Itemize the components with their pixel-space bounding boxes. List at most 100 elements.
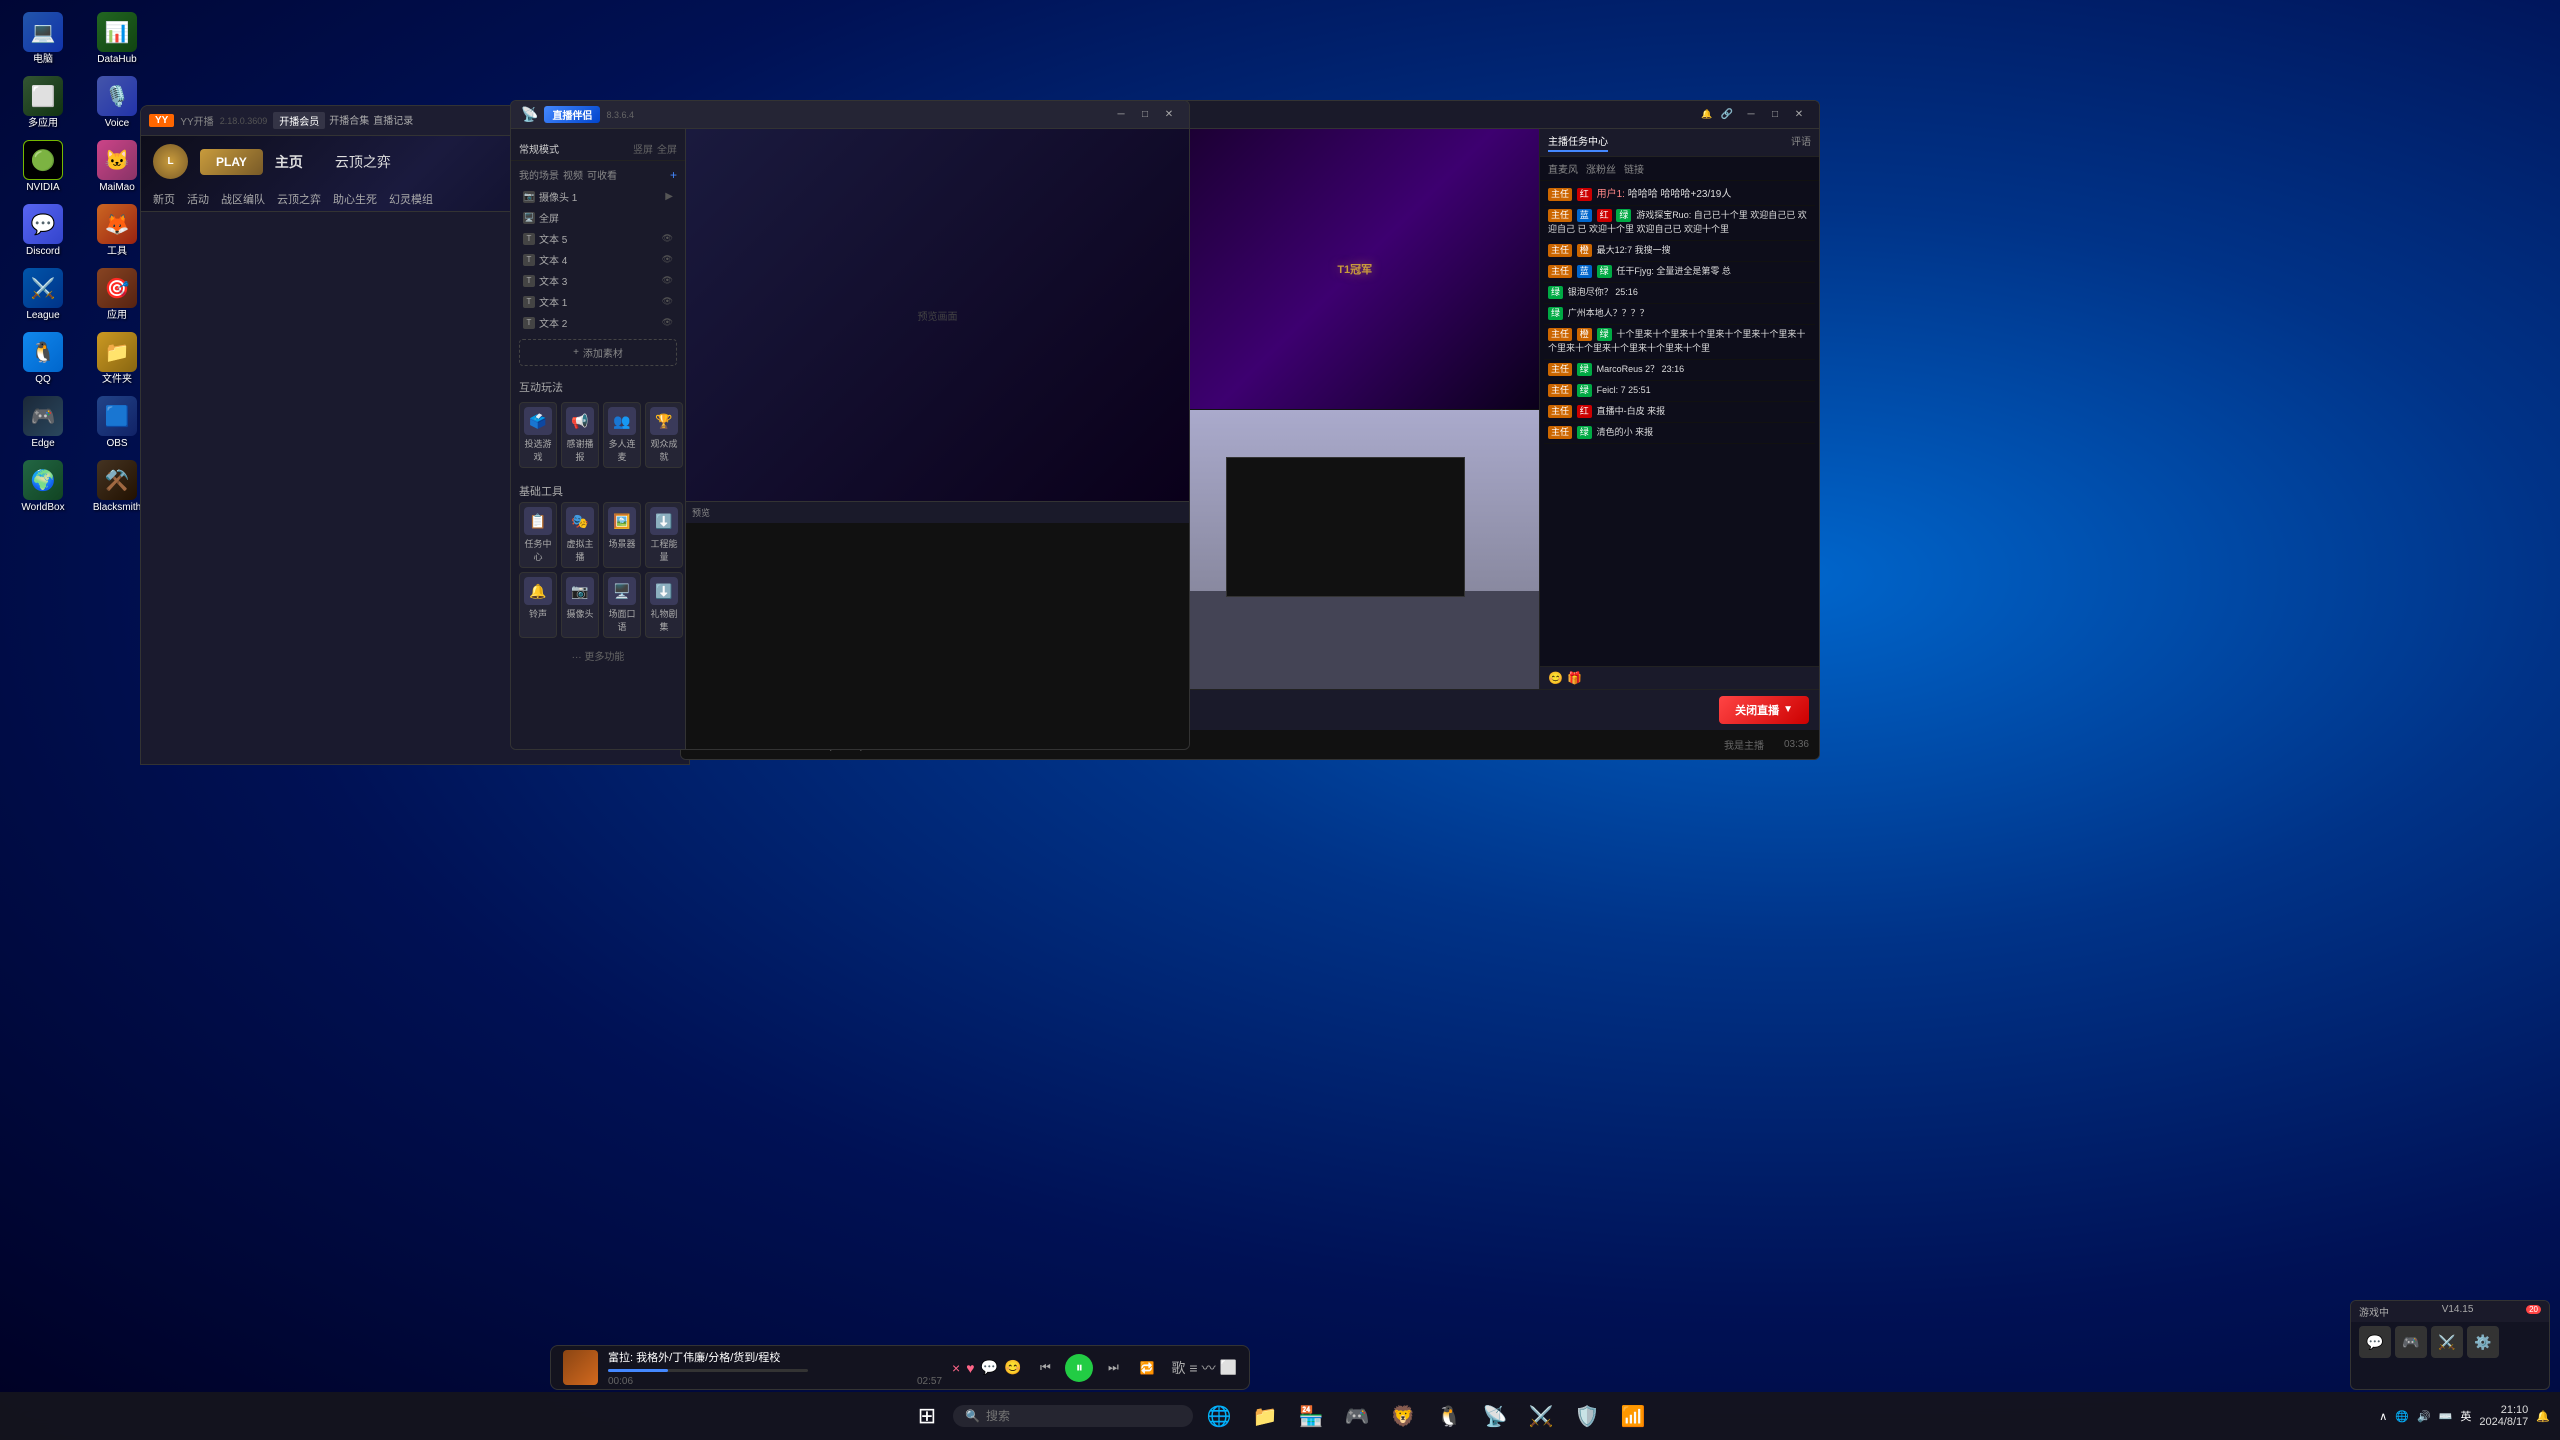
badge-host4: 主任 [1548, 265, 1572, 278]
game-nav-new[interactable]: 新页 [153, 191, 175, 207]
start-button[interactable]: ⊞ [907, 1396, 947, 1436]
stream-tool-controls: ─ □ ✕ [1111, 105, 1179, 125]
game-nav-battle[interactable]: 战区编队 [221, 191, 265, 207]
taskbar-chevron-icon[interactable]: ∧ [2379, 1410, 2387, 1423]
tool-join[interactable]: 👥 多人连麦 [603, 402, 641, 468]
music-eq-btn[interactable]: 〰 [1202, 1358, 1216, 1378]
scene-cam1[interactable]: 📷 摄像头 1 ▶ [511, 186, 685, 207]
chat-tab-host[interactable]: 主播任务中心 [1548, 133, 1608, 152]
scene-opt1[interactable]: 视频 [563, 167, 583, 182]
music-heart-btn[interactable]: ♥ [966, 1360, 974, 1376]
yy-tab-collection[interactable]: 开播合集 [329, 112, 369, 129]
taskbar-icon-lol[interactable]: ⚔️ [1521, 1396, 1561, 1436]
stream-mode-option2[interactable]: 全屏 [657, 141, 677, 156]
tool-download[interactable]: ⬇️ 工程能量 [645, 502, 683, 568]
scene-text1[interactable]: T 文本 1 👁 [511, 291, 685, 312]
main-live-maximize[interactable]: □ [1765, 105, 1785, 125]
tool-vote[interactable]: 🗳️ 投选游戏 [519, 402, 557, 468]
music-lyrics-btn[interactable]: 歌 [1171, 1358, 1185, 1378]
scene-opt2[interactable]: 可收看 [587, 167, 617, 182]
emoji-icon[interactable]: 😊 [1548, 671, 1563, 685]
desktop: 💻 电脑 📊 DataHub ⬜ 多应用 🎙️ Voice 🟢 NVIDIA [0, 0, 2560, 1440]
add-scene-btn[interactable]: + [670, 168, 677, 182]
search-box[interactable]: 🔍 [953, 1405, 1193, 1427]
music-next-btn[interactable]: ⏭ [1099, 1354, 1127, 1382]
tool-task[interactable]: 📋 任务中心 [519, 502, 557, 568]
taskbar-icon-brave[interactable]: 🦁 [1383, 1396, 1423, 1436]
taskbar-icon-edge[interactable]: 🌐 [1199, 1396, 1239, 1436]
yy-tab-history[interactable]: 直播记录 [373, 112, 413, 129]
gift-chat-icon[interactable]: 🎁 [1567, 671, 1582, 685]
scene-text3[interactable]: T 文本 3 👁 [511, 270, 685, 291]
tool-scene-mgr[interactable]: 🖼️ 场景器 [603, 502, 641, 568]
music-loop-btn[interactable]: 🔁 [1133, 1354, 1161, 1382]
yy-tab-member[interactable]: 开播会员 [273, 112, 325, 129]
user1-msg: 哈哈哈 哈哈哈+23/19人 [1628, 189, 1732, 200]
taskbar-icon-store[interactable]: 🏪 [1291, 1396, 1331, 1436]
game-nav-live[interactable]: 助心生死 [333, 191, 377, 207]
stream-mode-option1[interactable]: 竖屏 [633, 141, 653, 156]
scene-fullscreen[interactable]: 🖥️ 全屏 [511, 207, 685, 228]
end-live-btn[interactable]: 关闭直播 ▼ [1719, 696, 1809, 724]
music-close-btn[interactable]: × [952, 1360, 960, 1376]
scene-text5[interactable]: T 文本 5 👁 [511, 228, 685, 249]
music-title: 富拉: 我格外/丁伟廉/分格/货到/程校 [608, 1349, 942, 1365]
taskbar-icon-steam[interactable]: 🎮 [1337, 1396, 1377, 1436]
tool-gift[interactable]: 📢 感谢播报 [561, 402, 599, 468]
tool-vtuber[interactable]: 🎭 虚拟主播 [561, 502, 599, 568]
bell-icon[interactable]: 🔔 [1701, 109, 1712, 120]
badge-host8: 主任 [1548, 405, 1572, 418]
alert-label: 铃声 [529, 607, 547, 620]
music-play-btn[interactable]: ⏸ [1065, 1354, 1093, 1382]
scene-text2[interactable]: T 文本 2 👁 [511, 312, 685, 333]
scene-text4[interactable]: T 文本 4 👁 [511, 249, 685, 270]
main-live-close[interactable]: ✕ [1789, 105, 1809, 125]
music-progress-bar[interactable] [608, 1369, 808, 1372]
music-expand-btn[interactable]: ⬜ [1220, 1359, 1237, 1376]
game-nav-tft[interactable]: 云顶之弈 [277, 191, 321, 207]
taskbar-notification-icon[interactable]: 🔔 [2536, 1410, 2550, 1423]
tool-screen-cap[interactable]: 🖥️ 场面口语 [603, 572, 641, 638]
main-live-minimize[interactable]: ─ [1741, 105, 1761, 125]
stream-maximize-btn[interactable]: □ [1135, 105, 1155, 125]
taskbar-lang-indicator[interactable]: 英 [2460, 1408, 2471, 1424]
more-tools-btn[interactable]: ··· 更多功能 [511, 642, 685, 669]
stream-canvas-content: 预览画面 [686, 129, 1189, 501]
overlay-settings-icon[interactable]: ⚙️ [2467, 1326, 2499, 1358]
game-nav-fantasy[interactable]: 幻灵模组 [389, 191, 433, 207]
interactive-grid: 🗳️ 投选游戏 📢 感谢播报 👥 多人连麦 [519, 402, 677, 468]
badge-red2: 红 [1597, 209, 1612, 222]
overlay-game-icon[interactable]: 🎮 [2395, 1326, 2427, 1358]
taskbar-network-icon[interactable]: 🌐 [2395, 1410, 2409, 1423]
game-play-btn[interactable]: PLAY [200, 149, 263, 175]
game-nav-activity[interactable]: 活动 [187, 191, 209, 207]
music-comment-btn[interactable]: 💬 [981, 1359, 998, 1376]
taskbar-icon-obs[interactable]: 📡 [1475, 1396, 1515, 1436]
clock-date: 2024/8/17 [2479, 1416, 2528, 1428]
stat-anchor: 我是主播 [1724, 737, 1764, 752]
badge-red3: 红 [1577, 405, 1592, 418]
share-icon[interactable]: 🔗 [1721, 109, 1733, 120]
taskbar-clock[interactable]: 21:10 2024/8/17 [2479, 1404, 2528, 1428]
stream-minimize-btn[interactable]: ─ [1111, 105, 1131, 125]
taskbar-icon-folder[interactable]: 📁 [1245, 1396, 1285, 1436]
taskbar-icon-qq[interactable]: 🐧 [1429, 1396, 1469, 1436]
music-emoji-btn[interactable]: 😊 [1004, 1359, 1021, 1376]
add-material-btn[interactable]: + 添加素材 [519, 339, 677, 366]
music-list-btn[interactable]: ≡ [1189, 1360, 1197, 1376]
taskbar-icon-antivirus[interactable]: 🛡️ [1567, 1396, 1607, 1436]
music-prev-btn[interactable]: ⏮ [1031, 1354, 1059, 1382]
stream-close-btn[interactable]: ✕ [1159, 105, 1179, 125]
overlay-sword-icon[interactable]: ⚔️ [2431, 1326, 2463, 1358]
interactive-section-title: 互动玩法 [519, 376, 677, 398]
taskbar-keyboard-icon[interactable]: ⌨️ [2439, 1410, 2453, 1423]
overlay-chat-icon[interactable]: 💬 [2359, 1326, 2391, 1358]
taskbar-icon-network[interactable]: 📶 [1613, 1396, 1653, 1436]
taskbar-volume-icon[interactable]: 🔊 [2417, 1410, 2431, 1423]
search-input[interactable] [986, 1409, 1181, 1423]
tool-alert[interactable]: 🔔 铃声 [519, 572, 557, 638]
tool-camera[interactable]: 📷 摄像头 [561, 572, 599, 638]
tool-download2[interactable]: ⬇️ 礼物剧集 [645, 572, 683, 638]
tool-queue[interactable]: 🏆 观众成就 [645, 402, 683, 468]
chat-tab-comment[interactable]: 评语 [1791, 133, 1811, 152]
